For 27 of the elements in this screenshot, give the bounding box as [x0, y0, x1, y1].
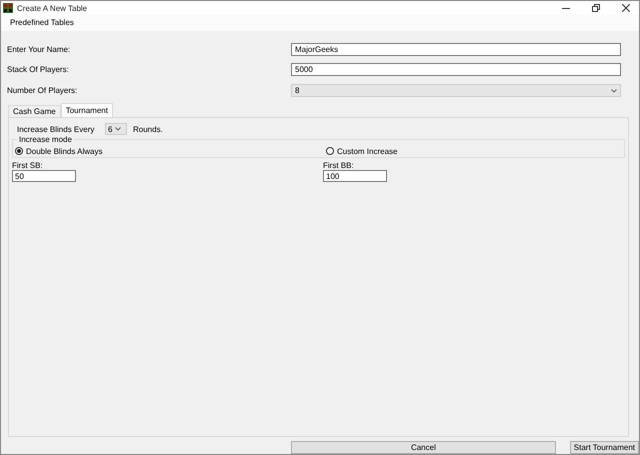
restore-icon[interactable] — [592, 4, 600, 12]
players-dropdown[interactable]: 8 — [291, 84, 621, 98]
radio-option[interactable]: Custom Increase — [324, 145, 624, 158]
text-field[interactable]: 5000 — [291, 63, 621, 76]
menu-item[interactable]: Predefined Tables — [7, 18, 77, 28]
field-label: Stack Of Players: — [7, 65, 70, 74]
tab[interactable]: Tournament — [60, 103, 113, 118]
field-label: First SB: — [12, 161, 43, 170]
chevron-icon — [115, 127, 122, 132]
field-label: Rounds. — [133, 124, 163, 134]
rounds-dropdown[interactable]: 6 — [105, 123, 127, 136]
dialog-button[interactable]: Cancel — [291, 441, 556, 454]
text-field[interactable]: 50 — [12, 170, 76, 182]
tab[interactable]: Cash Game — [8, 105, 61, 118]
text-field[interactable]: MajorGeeks — [291, 42, 621, 56]
dialog-button[interactable]: Start Tournament — [570, 441, 639, 454]
radio-option[interactable]: Double Blinds Always — [13, 145, 324, 158]
window-title: Create A New Table — [17, 4, 88, 12]
field-label: First BB: — [323, 161, 354, 170]
group-title: Increase mode — [17, 135, 74, 144]
text-field[interactable]: 100 — [323, 170, 387, 182]
close-icon[interactable] — [622, 4, 630, 12]
field-label: Enter Your Name: — [7, 44, 72, 54]
chevron-icon — [611, 88, 617, 93]
field-label: Number Of Players: — [7, 86, 78, 96]
app-icon — [3, 3, 13, 13]
field-label: Increase Blinds Every — [17, 124, 96, 134]
